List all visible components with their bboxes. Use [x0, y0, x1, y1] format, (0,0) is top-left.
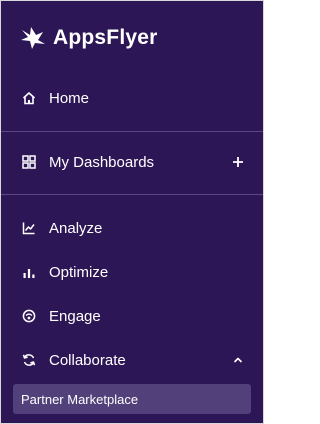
nav-item-collaborate[interactable]: Collaborate [1, 340, 263, 380]
sidebar: AppsFlyer Home My Dashboards Analyze Opt… [0, 0, 264, 424]
nav-sublabel-partner-marketplace: Partner Marketplace [21, 391, 139, 407]
home-icon [21, 90, 37, 106]
divider [1, 194, 263, 195]
nav-item-engage[interactable]: Engage [1, 296, 263, 336]
dashboard-grid-icon [21, 154, 37, 170]
bar-chart-icon [21, 264, 37, 280]
brand-name: AppsFlyer [53, 26, 158, 49]
appsflyer-bird-icon [19, 26, 47, 50]
divider [1, 131, 263, 132]
nav-label-engage: Engage [49, 307, 101, 325]
nav-item-analyze[interactable]: Analyze [1, 208, 263, 248]
engage-icon [21, 308, 37, 324]
collaborate-refresh-icon [21, 352, 37, 368]
nav-item-optimize[interactable]: Optimize [1, 252, 263, 292]
nav-item-my-dashboards[interactable]: My Dashboards [1, 142, 263, 182]
nav-subitem-partner-marketplace[interactable]: Partner Marketplace [13, 384, 251, 414]
nav-label-optimize: Optimize [49, 263, 109, 281]
nav-item-home[interactable]: Home [1, 78, 263, 118]
nav-label-analyze: Analyze [49, 219, 103, 237]
plus-icon[interactable] [231, 155, 245, 169]
chevron-up-icon[interactable] [231, 353, 245, 367]
nav-label-home: Home [49, 89, 90, 107]
nav-label-collaborate: Collaborate [49, 351, 126, 369]
nav-label-my-dashboards: My Dashboards [49, 153, 155, 171]
brand-logo[interactable]: AppsFlyer [19, 23, 158, 53]
analyze-chart-icon [21, 220, 37, 236]
